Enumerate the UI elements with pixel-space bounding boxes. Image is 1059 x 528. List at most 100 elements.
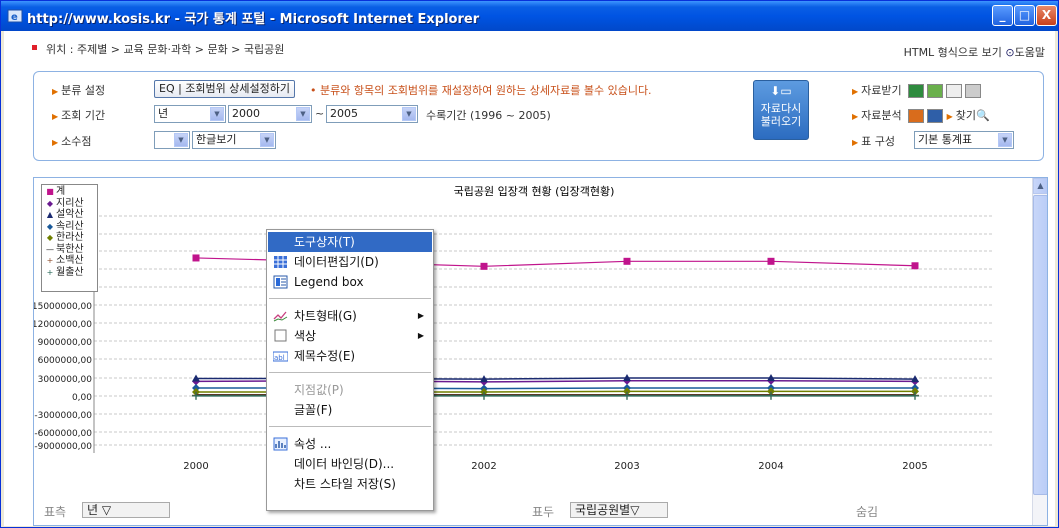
excel-icon[interactable] xyxy=(908,84,925,98)
legend-marker-icon: ▲ xyxy=(46,210,54,219)
data-point[interactable] xyxy=(623,257,631,265)
line-chart[interactable]: 국립공원 입장객 현황 (입장객현황) 000000000015000000,0… xyxy=(34,178,1034,498)
menu-item[interactable]: 데이터편집기(D) xyxy=(268,252,432,272)
category-label: ▶ 분류 설정 xyxy=(52,84,106,97)
period-from-select[interactable]: 2000 ▼ xyxy=(228,105,312,123)
chevron-down-icon: ▼ xyxy=(210,107,224,121)
title-edit-icon: abl xyxy=(272,349,289,363)
location-actions: HTML 형식으로 보기 ⊙도움말 xyxy=(904,44,1045,60)
menu-item-label: 차트 스타일 저장(S) xyxy=(294,477,396,491)
y-tick-label: 0,00 xyxy=(72,393,92,403)
period-note: 수록기간 (1996 ~ 2005) xyxy=(426,109,551,122)
col-axis-select[interactable]: 국립공원별▽ xyxy=(570,502,668,518)
legend-marker-icon: ■ xyxy=(46,187,54,196)
legend-marker-icon: + xyxy=(46,267,54,277)
menu-item[interactable]: 도구상자(T) xyxy=(268,232,432,252)
legend-marker-icon: ◆ xyxy=(46,221,54,231)
legend-item[interactable]: ▲ 설악산 xyxy=(44,209,95,221)
legend-item[interactable]: ◆ 한라산 xyxy=(44,232,95,244)
scroll-thumb[interactable] xyxy=(1033,195,1047,495)
search-icon[interactable]: 🔍 xyxy=(976,109,990,122)
svg-text:abl: abl xyxy=(274,354,285,362)
find-label[interactable]: 찾기 xyxy=(956,109,976,122)
decimal-select[interactable]: ▼ xyxy=(154,131,190,149)
minimize-button[interactable]: _ xyxy=(992,5,1013,26)
context-menu[interactable]: 도구상자(T) 데이터편집기(D) Legend box 차트형태(G) ▶ 색상 ▶ abl… xyxy=(266,229,434,511)
legend-item[interactable]: + 월출산 xyxy=(44,267,95,279)
download-arrow-icon: ⬇▭ xyxy=(770,84,792,98)
period-to-select[interactable]: 2005 ▼ xyxy=(326,105,418,123)
properties-icon xyxy=(273,437,288,451)
data-point[interactable] xyxy=(192,254,200,262)
menu-item[interactable]: 색상 ▶ xyxy=(268,326,432,346)
menu-item[interactable]: 글꼴(F) xyxy=(268,400,432,420)
category-note: • 분류와 항목의 조회범위를 재설정하여 원하는 상세자료를 볼수 있습니다. xyxy=(310,84,652,97)
vertical-scrollbar[interactable]: ▲ xyxy=(1032,178,1047,525)
menu-item-label: Legend box xyxy=(294,275,364,289)
chevron-down-icon: ▼ xyxy=(998,133,1012,147)
period-unit-select[interactable]: 년 ▼ xyxy=(154,105,226,123)
excel-csv-icon[interactable] xyxy=(927,84,944,98)
col-axis-label: 표두 xyxy=(532,505,555,519)
clipboard-icon[interactable] xyxy=(946,84,963,98)
table-config-select[interactable]: 기본 통계표 ▼ xyxy=(914,131,1014,149)
legend-label: 월출산 xyxy=(56,266,84,278)
close-button[interactable]: X xyxy=(1036,5,1057,26)
window-title: http://www.kosis.kr - 국가 통계 포털 - Microso… xyxy=(27,12,480,27)
legend-item[interactable]: ◆ 지리산 xyxy=(44,198,95,210)
location-label: 위치 : xyxy=(46,43,74,56)
legend-marker-icon: ◆ xyxy=(46,198,54,208)
line-chart-icon xyxy=(273,309,288,323)
display-select[interactable]: 한글보기 ▼ xyxy=(192,131,276,149)
checkbox-icon xyxy=(273,329,288,343)
decimal-label: ▶ 소수점 xyxy=(52,135,92,148)
analysis-icon[interactable] xyxy=(908,109,925,123)
menu-item-label: 속성 ... xyxy=(294,437,332,451)
x-tick-label: 2003 xyxy=(614,461,639,472)
data-point[interactable] xyxy=(911,391,919,400)
menu-item[interactable]: Legend box xyxy=(268,272,432,292)
reload-data-button[interactable]: ⬇▭ 자료다시 불러오기 xyxy=(753,80,809,140)
menu-item[interactable]: 데이터 바인딩(D)... xyxy=(268,454,432,474)
bullet-icon xyxy=(32,45,37,50)
chart-icon[interactable] xyxy=(927,109,944,123)
row-axis-select[interactable]: 년 ▽ xyxy=(82,502,170,518)
data-point[interactable] xyxy=(623,391,631,400)
breadcrumb-path[interactable]: 주제별 > 교육 문화·과학 > 문화 > 국립공원 xyxy=(77,43,284,56)
data-point[interactable] xyxy=(480,262,488,270)
x-tick-label: 2000 xyxy=(183,461,208,472)
menu-separator xyxy=(269,372,431,373)
reload-label-1: 자료다시 xyxy=(760,102,802,115)
legend-label: 계 xyxy=(56,186,66,197)
maximize-button[interactable]: □ xyxy=(1014,5,1035,26)
data-point[interactable] xyxy=(767,391,775,400)
chart-area[interactable]: 국립공원 입장객 현황 (입장객현황) 000000000015000000,0… xyxy=(33,177,1048,526)
title-bar[interactable]: e http://www.kosis.kr - 국가 통계 포털 - Micro… xyxy=(1,1,1058,31)
html-view-link[interactable]: HTML 형식으로 보기 xyxy=(904,46,1002,59)
chevron-down-icon: ▼ xyxy=(402,107,416,121)
y-tick-label: 6000000,00 xyxy=(38,356,93,366)
legend-item[interactable]: ■ 계 xyxy=(44,186,95,198)
menu-item[interactable]: 속성 ... xyxy=(268,434,432,454)
legend-item[interactable]: + 소백산 xyxy=(44,255,95,267)
legend-item[interactable]: ◆ 속리산 xyxy=(44,221,95,233)
x-tick-label: 2002 xyxy=(471,461,496,472)
range-setting-button[interactable]: EQ | 조회범위 상세설정하기 xyxy=(154,80,296,98)
legend-label: 속리산 xyxy=(56,220,84,232)
period-tilde: ~ xyxy=(315,107,325,120)
menu-item[interactable]: 차트 스타일 저장(S) xyxy=(268,474,432,494)
menu-item[interactable]: 차트형태(G) ▶ xyxy=(268,306,432,326)
help-icon: ⊙ xyxy=(1005,46,1015,59)
help-link[interactable]: 도움말 xyxy=(1015,46,1045,59)
data-point[interactable] xyxy=(911,262,919,270)
legend-box[interactable]: ■ 계 ◆ 지리산 ▲ 설악산 ◆ 속리산 ◆ 한라산 — 북한산 + 소백산 + 월출산 xyxy=(41,184,98,292)
menu-item-label: 차트형태(G) xyxy=(294,309,357,323)
menu-item: 지점값(P) xyxy=(268,380,432,400)
data-point[interactable] xyxy=(767,257,775,265)
scroll-up-icon[interactable]: ▲ xyxy=(1033,178,1047,194)
analysis-label: ▶ 자료분석 ▶ 찾기🔍 xyxy=(852,109,990,123)
chevron-down-icon: ▼ xyxy=(174,133,188,147)
legend-item[interactable]: — 북한산 xyxy=(44,244,95,256)
menu-item[interactable]: abl 제목수정(E) xyxy=(268,346,432,366)
print-icon[interactable] xyxy=(965,84,982,98)
